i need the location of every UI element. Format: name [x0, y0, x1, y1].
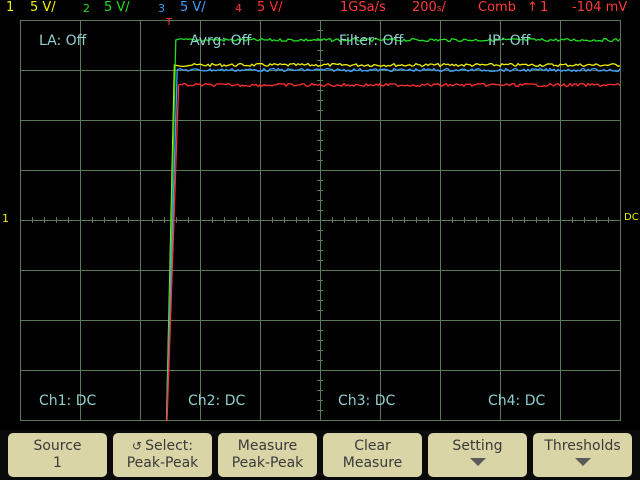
ch2-coupling: Ch2: DC [188, 393, 246, 409]
trigger-source: 1 [540, 0, 549, 15]
ch1-number: 1 [6, 0, 15, 15]
source-label: Source [33, 438, 82, 454]
clear-label: Clear [354, 438, 391, 454]
ch4-number: 4 [235, 2, 242, 15]
arrow-down-icon [574, 458, 591, 466]
trigger-level: -104 mV [572, 0, 628, 15]
trigger-position-marker: T [166, 17, 173, 28]
trigger-slope-icon: ↑ [527, 0, 538, 15]
ch3-coupling: Ch3: DC [338, 393, 396, 409]
ch1-ground-marker: 1 [2, 212, 9, 225]
thresholds-button[interactable]: Thresholds [533, 433, 632, 477]
source-value: 1 [53, 455, 62, 471]
ch3-scale: 5 V/ [180, 0, 206, 15]
setting-button[interactable]: Setting [428, 433, 527, 477]
source-button[interactable]: Source 1 [8, 433, 107, 477]
measure-value: Peak-Peak [231, 455, 304, 471]
softkey-bar: Source 1 ↺ Select: Peak-Peak Measure Peak… [0, 430, 640, 480]
ch3-number: 3 [158, 2, 165, 15]
ch2-number: 2 [83, 2, 90, 15]
ch4-scale: 5 V/ [257, 0, 283, 15]
thresholds-label: Thresholds [544, 438, 621, 454]
select-label: Select: [145, 438, 193, 454]
status-bar: 1 5 V/ 2 5 V/ 3 5 V/ 4 5 V/ 1GSa/s 200s/… [0, 0, 640, 18]
ch1-scale: 5 V/ [30, 0, 56, 15]
trigger-mode: Comb [478, 0, 516, 15]
select-value: Peak-Peak [126, 455, 199, 471]
measure-button[interactable]: Measure Peak-Peak [218, 433, 317, 477]
sample-rate: 1GSa/s [340, 0, 386, 15]
select-button[interactable]: ↺ Select: Peak-Peak [113, 433, 212, 477]
ip-status: IP: Off [488, 33, 531, 49]
setting-label: Setting [452, 438, 503, 454]
ch2-scale: 5 V/ [104, 0, 130, 15]
timebase-value: 200 [412, 0, 437, 15]
waveform-display[interactable] [20, 20, 621, 421]
arrow-down-icon [469, 458, 486, 466]
timebase: 200s/ [412, 0, 446, 15]
ch4-coupling: Ch4: DC [488, 393, 546, 409]
clear-label-2: Measure [342, 455, 403, 471]
ch1-coupling: Ch1: DC [39, 393, 97, 409]
knob-icon: ↺ [132, 439, 143, 453]
graticule [20, 20, 621, 421]
clear-measure-button[interactable]: Clear Measure [323, 433, 422, 477]
filter-status: Filter: Off [339, 33, 404, 49]
avrg-status: Avrg: Off [190, 33, 252, 49]
measure-label: Measure [237, 438, 298, 454]
la-status: LA: Off [39, 33, 87, 49]
trigger-level-marker: DC [624, 212, 639, 223]
